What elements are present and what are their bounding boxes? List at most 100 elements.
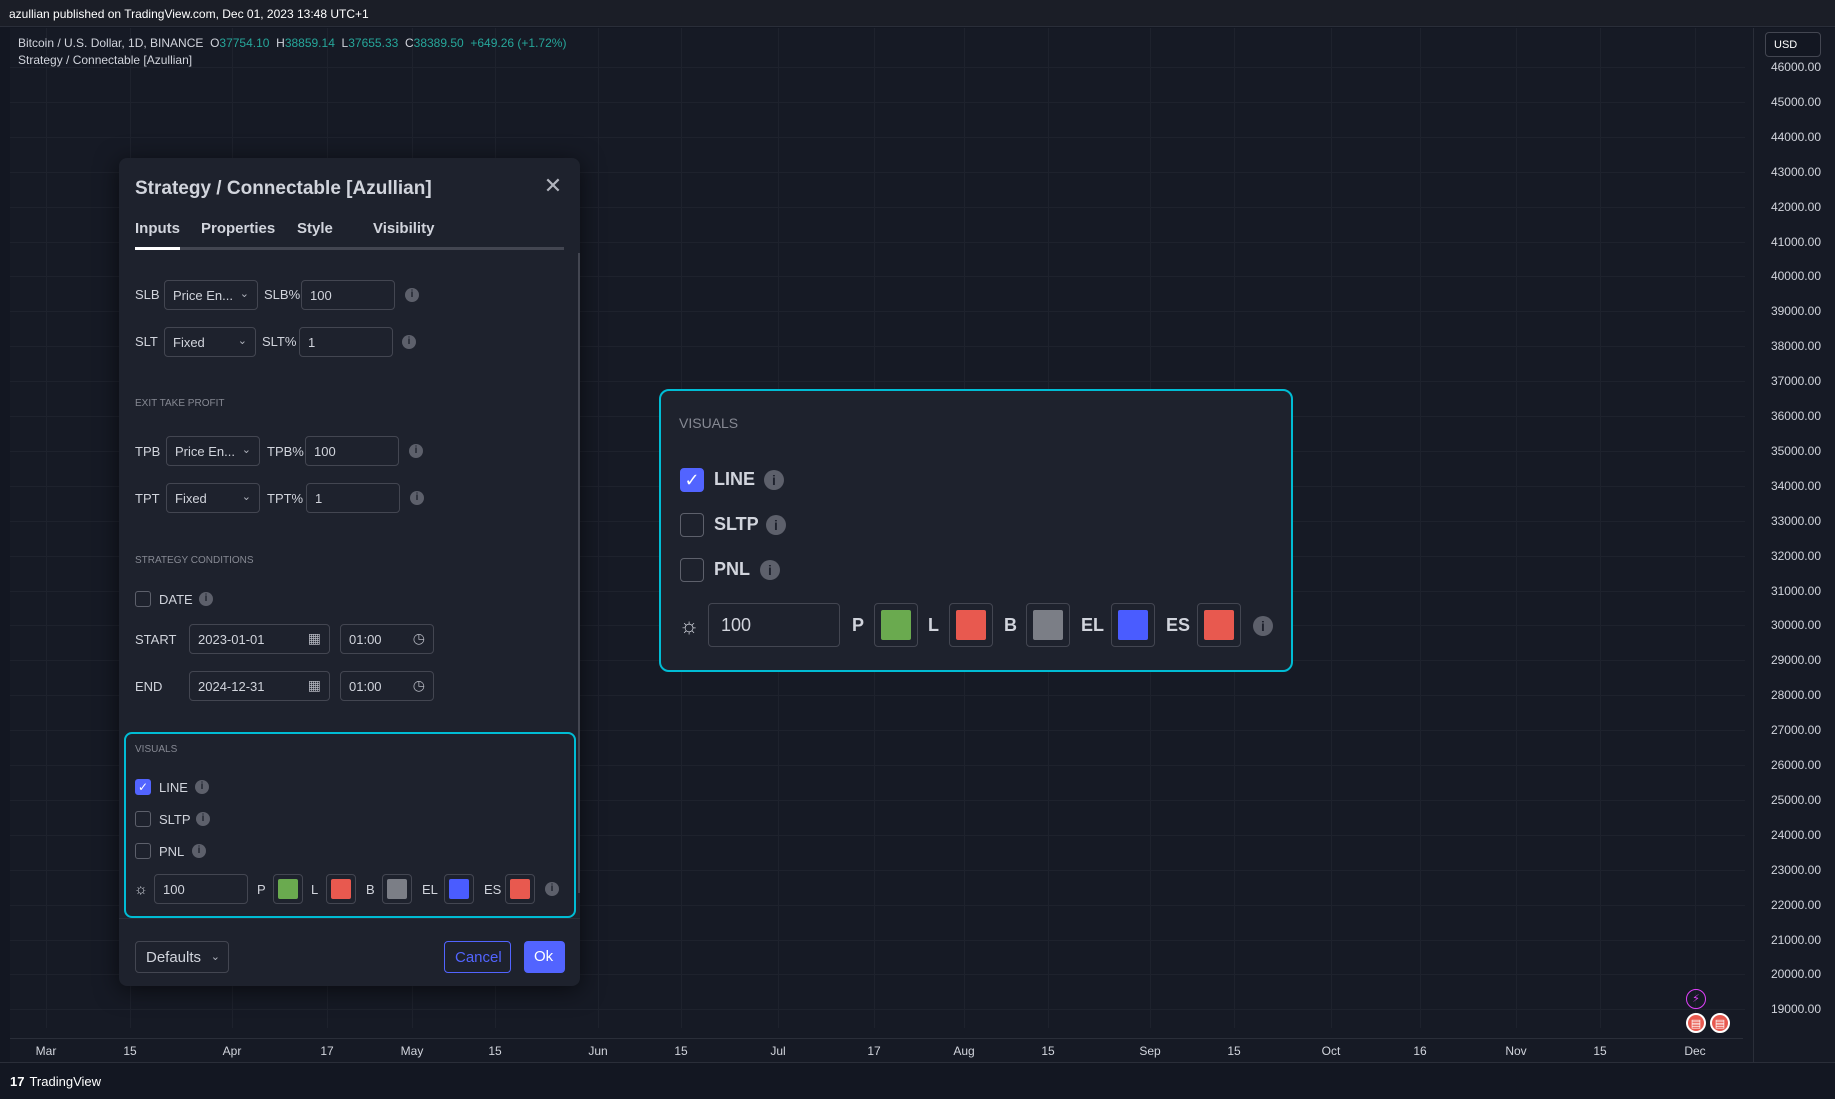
sltp-label: SLTP — [159, 812, 191, 827]
publish-bar: azullian published on TradingView.com, D… — [0, 0, 1835, 27]
info-icon[interactable]: i — [760, 560, 780, 580]
info-icon[interactable]: i — [402, 335, 416, 349]
sun-icon: ☼ — [679, 613, 700, 638]
indicator-name[interactable]: Strategy / Connectable [Azullian] — [18, 52, 566, 69]
strategy-conditions-heading: STRATEGY CONDITIONS — [135, 555, 254, 566]
tab-style[interactable]: Style — [297, 220, 333, 237]
slt-label: SLT — [135, 334, 158, 349]
time-axis[interactable]: Mar 15 Apr 17 May 15 Jun 15 Jul 17 Aug 15 Sep 15 Oct 16… — [10, 1038, 1743, 1062]
info-icon[interactable]: i — [195, 780, 209, 794]
close-icon[interactable]: ✕ — [542, 175, 564, 198]
price-label: 32000.00 — [1770, 548, 1821, 563]
start-date-input[interactable]: 2023-01-01 ▦ — [189, 624, 330, 654]
cancel-button[interactable]: Cancel — [444, 941, 511, 973]
el-color-swatch[interactable] — [444, 874, 474, 904]
info-icon[interactable]: i — [1253, 616, 1273, 636]
l-label: L — [311, 882, 319, 897]
l-color-swatch[interactable] — [326, 874, 356, 904]
info-icon[interactable]: i — [196, 812, 210, 826]
info-icon[interactable]: i — [409, 444, 423, 458]
zoom-b-color-swatch[interactable] — [1026, 603, 1070, 647]
info-icon[interactable]: i — [199, 592, 213, 606]
zoom-p-color-swatch[interactable] — [874, 603, 918, 647]
b-label: B — [366, 882, 375, 897]
info-icon[interactable]: i — [405, 288, 419, 302]
symbol-name: Bitcoin / U.S. Dollar, 1D, BINANCE — [18, 36, 204, 50]
es-label: ES — [484, 882, 502, 897]
price-label: 23000.00 — [1770, 862, 1821, 877]
end-time-input[interactable]: 01:00 ◷ — [340, 671, 434, 701]
pnl-label: PNL — [159, 844, 185, 859]
grid-line-horizontal — [10, 101, 1745, 103]
zoom-es-color-swatch[interactable] — [1197, 603, 1241, 647]
price-label: 39000.00 — [1770, 304, 1821, 319]
chevron-down-icon: ⌄ — [241, 491, 251, 503]
start-time-input[interactable]: 01:00 ◷ — [340, 624, 434, 654]
defaults-button[interactable]: Defaults ⌄ — [135, 941, 229, 973]
end-date-input[interactable]: 2024-12-31 ▦ — [189, 671, 330, 701]
currency-badge[interactable]: USD — [1765, 32, 1821, 57]
dialog-tabs: Inputs Properties Style Visibility — [135, 220, 564, 250]
time-label: 15 — [1227, 1044, 1241, 1058]
price-axis[interactable]: USD 46000.00 45000.00 44000.00 43000.00 4200… — [1753, 28, 1835, 1062]
zoom-sltp-checkbox[interactable] — [680, 513, 704, 537]
time-label: Aug — [953, 1044, 975, 1058]
start-label: START — [135, 632, 177, 647]
chevron-down-icon: ⌄ — [210, 951, 220, 963]
visuals-zoom-callout: VISUALS ✓ LINE i SLTP i PNL i ☼ 100 P L … — [659, 389, 1293, 672]
flag-us-icon[interactable]: ▤ — [1686, 1013, 1706, 1033]
tab-visibility[interactable]: Visibility — [373, 220, 434, 237]
info-icon[interactable]: i — [545, 882, 559, 896]
zoom-b-label: B — [1004, 615, 1017, 635]
grid-line-vertical — [1331, 28, 1332, 1028]
zoom-pnl-checkbox[interactable] — [680, 558, 704, 582]
ok-button[interactable]: Ok — [524, 941, 565, 973]
tpb-select[interactable]: Price En... ⌄ — [166, 436, 260, 466]
slb-pct-input[interactable]: 100 — [301, 280, 395, 310]
visuals-heading: VISUALS — [135, 744, 178, 755]
grid-line-horizontal — [10, 1009, 1745, 1011]
zoom-p-label: P — [852, 615, 865, 635]
zoom-l-color-swatch[interactable] — [949, 603, 993, 647]
price-label: 20000.00 — [1770, 967, 1821, 982]
tradingview-logo-icon: 17 — [10, 1074, 25, 1089]
info-icon[interactable]: i — [766, 515, 786, 535]
p-color-swatch[interactable] — [273, 874, 303, 904]
sltp-checkbox[interactable] — [135, 811, 151, 827]
es-color-swatch[interactable] — [505, 874, 535, 904]
tab-inputs[interactable]: Inputs — [135, 220, 180, 250]
line-checkbox[interactable]: ✓ — [135, 779, 151, 795]
slb-select[interactable]: Price En... ⌄ — [164, 280, 258, 310]
tpt-select[interactable]: Fixed ⌄ — [166, 483, 260, 513]
date-checkbox[interactable] — [135, 591, 151, 607]
price-label: 22000.00 — [1770, 897, 1821, 912]
time-label: 15 — [123, 1044, 137, 1058]
zoom-line-checkbox[interactable]: ✓ — [680, 468, 704, 492]
time-label: Oct — [1321, 1044, 1341, 1058]
price-label: 35000.00 — [1770, 443, 1821, 458]
price-label: 19000.00 — [1770, 1002, 1821, 1017]
tab-properties[interactable]: Properties — [201, 220, 275, 237]
info-icon[interactable]: i — [764, 470, 784, 490]
dialog-scrollbar[interactable] — [578, 253, 580, 893]
zoom-opacity-input[interactable]: 100 — [708, 603, 840, 647]
flag-us-icon-2[interactable]: ▤ — [1710, 1013, 1730, 1033]
tpt-pct-input[interactable]: 1 — [306, 483, 400, 513]
slt-select[interactable]: Fixed ⌄ — [164, 327, 256, 357]
time-label: Nov — [1505, 1044, 1527, 1058]
footer-bar: 17 TradingView — [0, 1062, 1835, 1099]
slb-label: SLB — [135, 287, 160, 302]
info-icon[interactable]: i — [192, 844, 206, 858]
b-color-swatch[interactable] — [382, 874, 412, 904]
info-icon[interactable]: i — [410, 491, 424, 505]
tpb-pct-input[interactable]: 100 — [305, 436, 399, 466]
opacity-input[interactable]: 100 — [154, 874, 248, 904]
slt-pct-input[interactable]: 1 — [299, 327, 393, 357]
price-label: 34000.00 — [1770, 478, 1821, 493]
pnl-checkbox[interactable] — [135, 843, 151, 859]
alert-icon[interactable]: ⚡ — [1686, 989, 1706, 1009]
zoom-el-color-swatch[interactable] — [1111, 603, 1155, 647]
price-label: 33000.00 — [1770, 513, 1821, 528]
tpt-pct-label: TPT% — [267, 491, 304, 506]
time-label: 15 — [1041, 1044, 1055, 1058]
